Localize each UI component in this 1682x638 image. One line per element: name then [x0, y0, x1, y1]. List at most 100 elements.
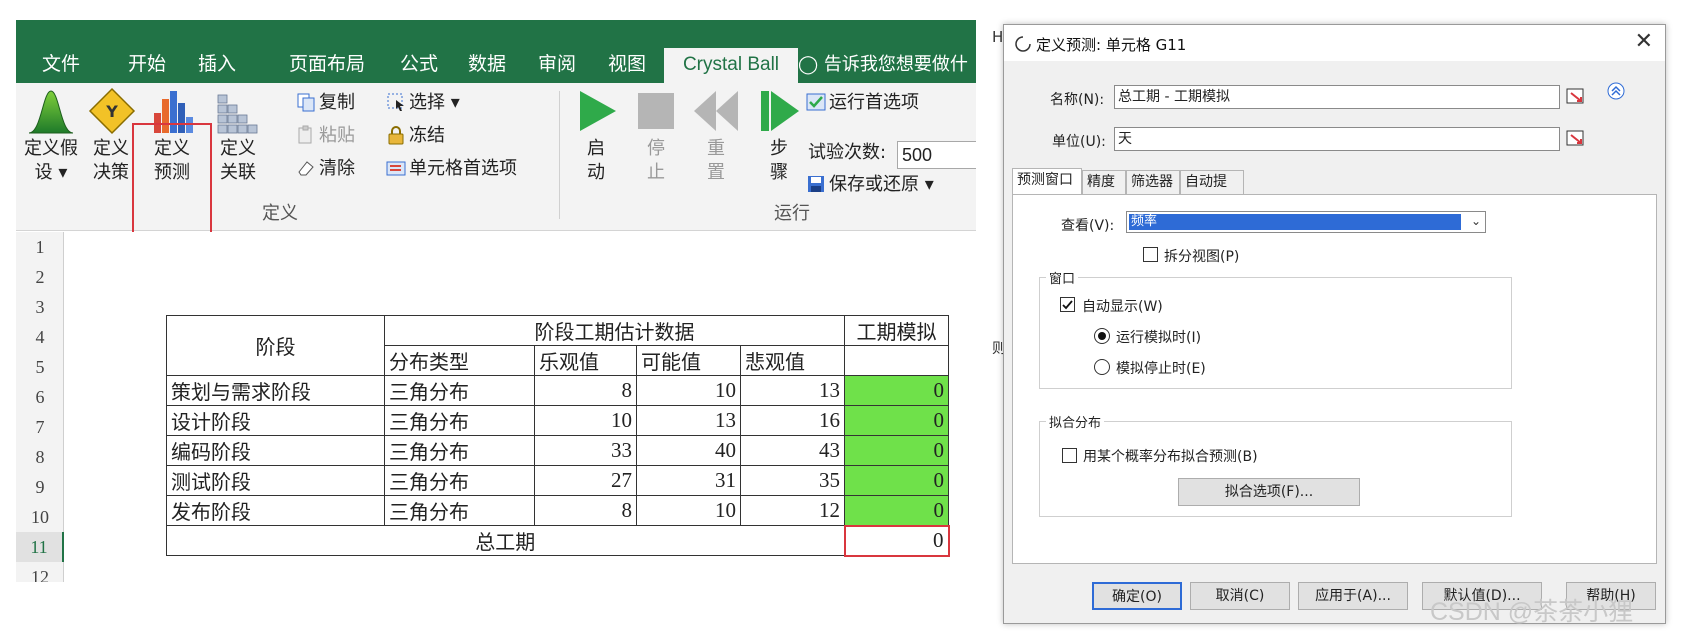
- pessimistic-cell[interactable]: 13: [740, 375, 845, 406]
- fit-distribution-checkbox[interactable]: [1062, 448, 1077, 463]
- pessimistic-cell[interactable]: 43: [740, 435, 845, 466]
- dist-cell[interactable]: 三角分布: [384, 405, 535, 436]
- dialog-titlebar[interactable]: 定义预测: 单元格 G11 ✕: [1004, 25, 1665, 61]
- tab-forecast-window[interactable]: 预测窗口: [1012, 168, 1082, 195]
- stage-cell[interactable]: 测试阶段: [166, 465, 385, 496]
- apply-to-button[interactable]: 应用于(A)...: [1298, 582, 1408, 610]
- sim-subheader-cell[interactable]: [844, 345, 949, 376]
- row-header[interactable]: 7: [16, 412, 64, 442]
- tab-home[interactable]: 开始: [112, 48, 182, 83]
- dist-cell[interactable]: 三角分布: [384, 435, 535, 466]
- dist-cell[interactable]: 三角分布: [384, 465, 535, 496]
- dist-cell[interactable]: 三角分布: [384, 375, 535, 406]
- pessimistic-header-cell[interactable]: 悲观值: [740, 345, 845, 376]
- total-label-cell[interactable]: 总工期: [166, 525, 845, 556]
- estimate-header-cell[interactable]: 阶段工期估计数据: [384, 315, 845, 346]
- tab-review[interactable]: 审阅: [522, 48, 592, 83]
- worksheet-grid[interactable]: 1 2 3 4 5 6 7 8 9 10 11 12 阶段 阶段工期估计数据 工…: [16, 232, 976, 582]
- name-field[interactable]: 总工期 - 工期模拟: [1114, 85, 1560, 109]
- clear-button[interactable]: 清除: [296, 157, 355, 181]
- optimistic-cell[interactable]: 33: [534, 435, 637, 466]
- row-header[interactable]: 12: [16, 562, 64, 582]
- cancel-button[interactable]: 取消(C): [1190, 582, 1290, 610]
- stage-header-cell[interactable]: 阶段: [166, 315, 385, 376]
- tab-formulas[interactable]: 公式: [384, 48, 454, 83]
- view-select[interactable]: 频率 ⌄: [1126, 211, 1486, 233]
- total-value-cell[interactable]: 0: [843, 524, 950, 557]
- tab-insert[interactable]: 插入: [182, 48, 252, 83]
- copy-button[interactable]: 复制: [296, 91, 355, 115]
- sim-cell[interactable]: 0: [844, 465, 949, 496]
- unit-field[interactable]: 天: [1114, 127, 1560, 151]
- row-header[interactable]: 3: [16, 292, 64, 322]
- collapse-up-icon[interactable]: [1606, 81, 1626, 101]
- likely-cell[interactable]: 10: [636, 375, 741, 406]
- sim-cell[interactable]: 0: [844, 495, 949, 526]
- sim-cell[interactable]: 0: [844, 405, 949, 436]
- row-header[interactable]: 2: [16, 262, 64, 292]
- stage-cell[interactable]: 编码阶段: [166, 435, 385, 466]
- tab-data[interactable]: 数据: [452, 48, 522, 83]
- likely-cell[interactable]: 13: [636, 405, 741, 436]
- trials-input[interactable]: 500: [897, 141, 976, 169]
- row-header[interactable]: 6: [16, 382, 64, 412]
- cell-reference-picker-icon[interactable]: [1566, 86, 1588, 108]
- dist-type-header-cell[interactable]: 分布类型: [384, 345, 535, 376]
- sim-header-cell[interactable]: 工期模拟: [844, 315, 949, 346]
- optimistic-cell[interactable]: 10: [534, 405, 637, 436]
- likely-cell[interactable]: 40: [636, 435, 741, 466]
- split-view-checkbox[interactable]: [1143, 247, 1158, 262]
- tab-view[interactable]: 视图: [592, 48, 662, 83]
- row-header[interactable]: 1: [16, 232, 64, 262]
- reset-button[interactable]: 重 置: [692, 87, 740, 185]
- tab-file[interactable]: 文件: [26, 48, 96, 83]
- row-header[interactable]: 9: [16, 472, 64, 502]
- sim-cell[interactable]: 0: [844, 435, 949, 466]
- likely-cell[interactable]: 10: [636, 495, 741, 526]
- close-icon[interactable]: ✕: [1635, 29, 1653, 54]
- define-correlation-button[interactable]: 定义 关联: [210, 87, 266, 185]
- tab-auto-extract[interactable]: 自动提取: [1180, 170, 1244, 212]
- optimistic-cell[interactable]: 8: [534, 495, 637, 526]
- stop-button[interactable]: 停 止: [632, 87, 680, 185]
- stage-cell[interactable]: 发布阶段: [166, 495, 385, 526]
- row-header[interactable]: 4: [16, 322, 64, 352]
- stage-cell[interactable]: 设计阶段: [166, 405, 385, 436]
- pessimistic-cell[interactable]: 12: [740, 495, 845, 526]
- when-stopped-radio[interactable]: [1094, 359, 1110, 375]
- row-header[interactable]: 5: [16, 352, 64, 382]
- save-restore-dropdown[interactable]: 保存或还原 ▾: [806, 173, 934, 197]
- stage-cell[interactable]: 策划与需求阶段: [166, 375, 385, 406]
- tab-crystal-ball[interactable]: Crystal Ball: [664, 48, 798, 83]
- paste-button[interactable]: 粘贴: [296, 124, 355, 148]
- sim-cell[interactable]: 0: [844, 375, 949, 406]
- optimistic-header-cell[interactable]: 乐观值: [534, 345, 637, 376]
- tab-filter[interactable]: 筛选器: [1126, 170, 1180, 194]
- tell-me-box[interactable]: ◯ 告诉我您想要做什: [798, 48, 968, 83]
- select-dropdown[interactable]: 选择 ▾: [386, 91, 460, 115]
- tab-page-layout[interactable]: 页面布局: [272, 48, 382, 83]
- pessimistic-cell[interactable]: 35: [740, 465, 845, 496]
- freeze-button[interactable]: 冻结: [386, 124, 445, 148]
- row-header[interactable]: 8: [16, 442, 64, 472]
- cell-preferences-button[interactable]: 单元格首选项: [386, 157, 517, 181]
- pessimistic-cell[interactable]: 16: [740, 405, 845, 436]
- define-decision-button[interactable]: Y 定义 决策: [88, 87, 136, 185]
- dist-cell[interactable]: 三角分布: [384, 495, 535, 526]
- likely-cell[interactable]: 31: [636, 465, 741, 496]
- row-header[interactable]: 10: [16, 502, 64, 532]
- run-preferences-button[interactable]: 运行首选项: [806, 91, 919, 115]
- tab-precision[interactable]: 精度: [1082, 170, 1126, 194]
- when-running-radio[interactable]: [1094, 328, 1110, 344]
- start-button[interactable]: 启 动: [572, 87, 620, 185]
- step-button[interactable]: 步 骤: [756, 87, 802, 185]
- cell-reference-picker-icon[interactable]: [1566, 128, 1588, 150]
- ok-button[interactable]: 确定(O): [1092, 582, 1182, 610]
- auto-show-checkbox[interactable]: [1060, 297, 1075, 312]
- row-header-selected[interactable]: 11: [16, 532, 64, 562]
- define-assumption-button[interactable]: 定义假 设 ▾: [18, 87, 84, 185]
- fit-options-button[interactable]: 拟合选项(F)...: [1178, 478, 1360, 506]
- optimistic-cell[interactable]: 8: [534, 375, 637, 406]
- optimistic-cell[interactable]: 27: [534, 465, 637, 496]
- likely-header-cell[interactable]: 可能值: [636, 345, 741, 376]
